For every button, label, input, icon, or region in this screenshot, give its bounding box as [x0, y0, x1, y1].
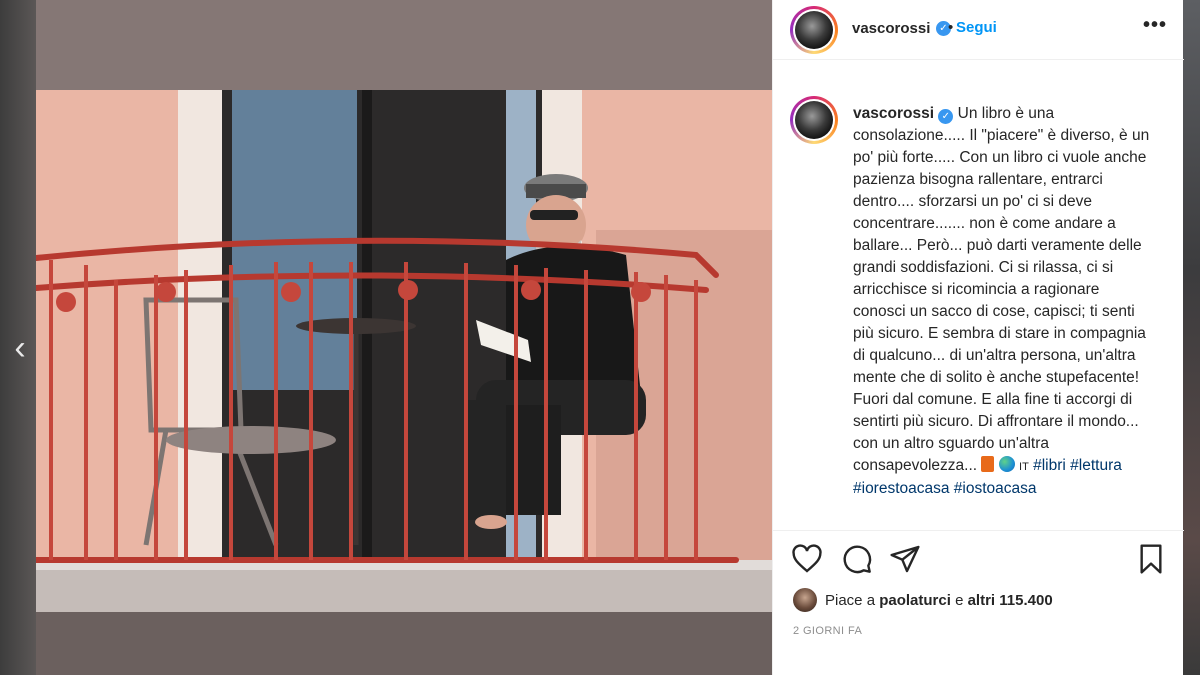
post-header: vascorossi ✓ • Segui •••: [773, 0, 1184, 60]
liker-username[interactable]: paolaturci: [879, 592, 951, 609]
follow-separator: •: [948, 19, 954, 36]
avatar[interactable]: [790, 6, 838, 54]
post-timestamp: 2 GIORNI FA: [793, 625, 863, 637]
post-photo: [36, 0, 772, 675]
caption-avatar-ring: [793, 99, 835, 141]
post-caption: vascorossi ✓ Un libro è una consolazione…: [853, 103, 1153, 528]
language-label: IT: [1019, 461, 1029, 473]
caption-text: Un libro è una consolazione..... Il "pia…: [853, 105, 1150, 474]
share-icon[interactable]: [889, 543, 921, 575]
header-username[interactable]: vascorossi: [852, 20, 930, 37]
caption-avatar-image: [795, 101, 833, 139]
post-side-panel: vascorossi ✓ • Segui ••• vascorossi ✓ Un…: [772, 0, 1184, 675]
avatar-image: [795, 11, 833, 49]
heart-icon[interactable]: [791, 543, 823, 575]
globe-icon: [998, 456, 1015, 472]
chevron-left-icon[interactable]: ‹: [8, 330, 32, 366]
balcony-scene: [36, 0, 772, 675]
liker-avatar[interactable]: [793, 588, 817, 612]
likes-prefix: Piace a: [825, 591, 876, 609]
caption-avatar[interactable]: [790, 96, 838, 144]
more-options-icon[interactable]: •••: [1143, 14, 1167, 37]
orange-book-icon: [981, 456, 995, 472]
action-bar: [773, 530, 1184, 580]
likes-count[interactable]: altri 115.400: [968, 592, 1053, 609]
next-post-preview: [1183, 0, 1200, 675]
caption-username[interactable]: vascorossi: [853, 105, 934, 122]
follow-button[interactable]: Segui: [956, 19, 997, 36]
caption-verified-badge-icon: ✓: [938, 109, 954, 124]
avatar-ring: [793, 9, 835, 51]
likes-joiner: e: [955, 591, 964, 609]
comment-icon[interactable]: [841, 543, 873, 575]
likes-summary: Piace a paolaturci e altri 115.400: [793, 585, 1053, 615]
bookmark-icon[interactable]: [1135, 543, 1167, 575]
